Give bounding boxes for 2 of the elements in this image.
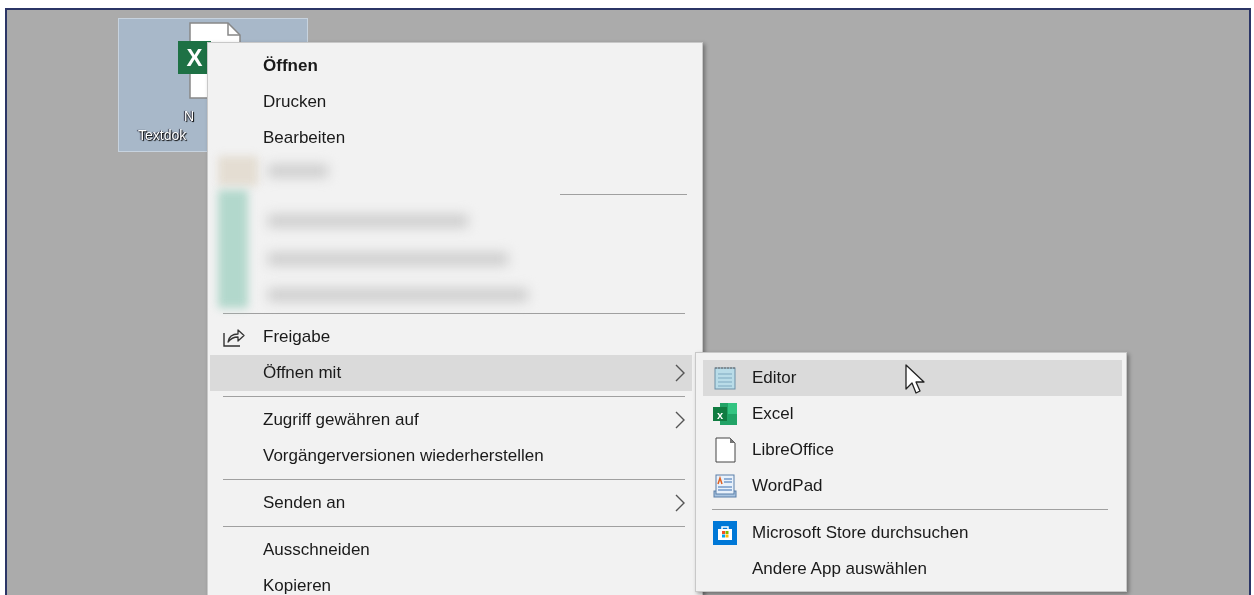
file-name: Textdok bbox=[138, 126, 187, 144]
file-name: N bbox=[184, 107, 195, 125]
